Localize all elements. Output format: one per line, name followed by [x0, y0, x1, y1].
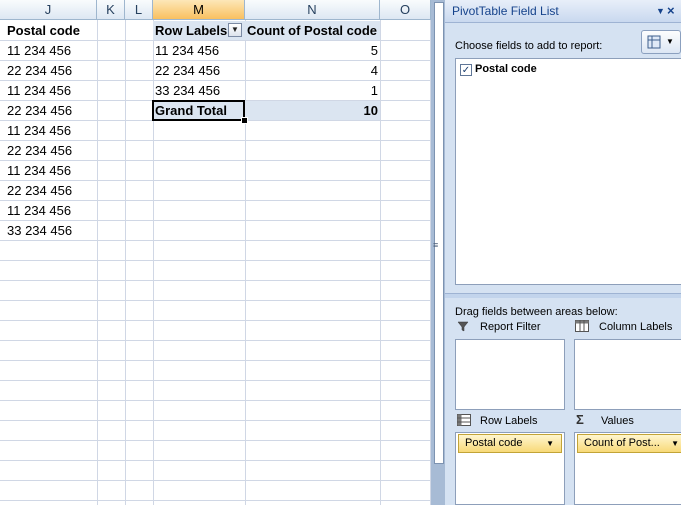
column-header-m[interactable]: M — [153, 0, 245, 20]
close-icon[interactable]: × — [667, 0, 675, 22]
report-filter-label: Report Filter — [480, 321, 541, 333]
row-labels-icon — [457, 414, 471, 429]
grid-row-line — [0, 360, 431, 361]
field-item[interactable]: ✓ Postal code — [456, 59, 676, 81]
grid-row-line — [0, 380, 431, 381]
pivot-row-count[interactable]: 1 — [247, 81, 378, 100]
pivot-field-list-pane: PivotTable Field List ▼ × Choose fields … — [445, 0, 681, 505]
column-labels-icon — [575, 320, 589, 335]
column-labels-label: Column Labels — [599, 321, 673, 333]
splitter-grip-icon[interactable]: ≡ — [433, 240, 438, 250]
grid-row-line — [0, 240, 431, 241]
chevron-down-icon[interactable]: ▼ — [546, 435, 554, 452]
grid-row-line — [0, 260, 431, 261]
grid-row-line — [0, 300, 431, 301]
value-field-name: Count of Post... — [584, 437, 660, 449]
grid-column-line — [380, 20, 381, 505]
data-cell[interactable]: 33 234 456 — [7, 221, 72, 240]
data-header-cell[interactable]: Postal code — [7, 21, 80, 40]
pivot-grand-total-value[interactable]: 10 — [247, 101, 378, 120]
drag-fields-label: Drag fields between areas below: — [455, 306, 618, 318]
grid-row-line — [0, 280, 431, 281]
pane-title-bar: PivotTable Field List ▼ × — [445, 0, 681, 23]
data-cell[interactable]: 11 234 456 — [7, 201, 71, 220]
pane-title: PivotTable Field List — [452, 4, 559, 18]
data-cell[interactable]: 11 234 456 — [7, 81, 71, 100]
grid-row-line — [0, 340, 431, 341]
grid-row-line — [0, 440, 431, 441]
column-labels-area[interactable] — [574, 339, 681, 410]
spreadsheet-grid[interactable]: J K L M N O Postal code 11 234 456 22 23… — [0, 0, 431, 505]
column-header-l[interactable]: L — [125, 0, 153, 20]
grid-column-line — [125, 20, 126, 505]
active-cell-selection — [152, 100, 245, 121]
column-header-o[interactable]: O — [380, 0, 431, 20]
field-checkbox[interactable]: ✓ — [460, 64, 472, 76]
grid-row-line — [0, 480, 431, 481]
fill-handle[interactable] — [241, 117, 248, 124]
row-labels-area-label: Row Labels — [480, 415, 538, 427]
field-list-layout-button[interactable]: ▼ — [641, 30, 681, 54]
value-field-pill[interactable]: Count of Post... ▼ — [577, 434, 681, 453]
layout-icon — [647, 35, 661, 52]
pivot-row-label[interactable]: 11 234 456 — [155, 41, 219, 60]
column-header-j[interactable]: J — [0, 0, 97, 20]
report-filter-area[interactable] — [455, 339, 565, 410]
field-list-box: ✓ Postal code — [455, 58, 681, 285]
data-cell[interactable]: 11 234 456 — [7, 41, 71, 60]
column-header-n[interactable]: N — [245, 0, 380, 20]
choose-fields-label: Choose fields to add to report: — [455, 40, 603, 52]
data-cell[interactable]: 22 234 456 — [7, 141, 72, 160]
pane-splitter[interactable]: ≡ — [431, 0, 445, 505]
splitter-track — [434, 2, 444, 464]
grid-row-line — [0, 500, 431, 501]
chevron-down-icon: ▼ — [231, 25, 239, 34]
column-header-k[interactable]: K — [97, 0, 125, 20]
grid-column-line — [97, 20, 98, 505]
row-labels-filter-button[interactable]: ▼ — [228, 23, 242, 37]
grid-row-line — [0, 420, 431, 421]
grid-row-line — [0, 320, 431, 321]
grid-row-line — [0, 400, 431, 401]
data-cell[interactable]: 22 234 456 — [7, 101, 72, 120]
grid-column-line — [153, 20, 154, 505]
grid-row-line — [0, 460, 431, 461]
chevron-down-icon: ▼ — [666, 37, 674, 46]
data-cell[interactable]: 22 234 456 — [7, 61, 72, 80]
pivot-row-label[interactable]: 33 234 456 — [155, 81, 220, 100]
pivot-row-labels-header[interactable]: Row Labels — [155, 21, 227, 40]
field-name: Postal code — [475, 63, 537, 75]
pane-options-dropdown-icon[interactable]: ▼ — [656, 0, 665, 22]
data-cell[interactable]: 22 234 456 — [7, 181, 72, 200]
data-cell[interactable]: 11 234 456 — [7, 161, 71, 180]
pivot-row-count[interactable]: 5 — [247, 41, 378, 60]
row-field-pill[interactable]: Postal code ▼ — [458, 434, 562, 453]
row-field-name: Postal code — [465, 437, 523, 449]
pane-divider[interactable] — [445, 293, 681, 298]
pivot-row-label[interactable]: 22 234 456 — [155, 61, 220, 80]
grid-column-line — [245, 20, 246, 505]
data-cell[interactable]: 11 234 456 — [7, 121, 71, 140]
filter-icon — [457, 320, 469, 335]
chevron-down-icon[interactable]: ▼ — [671, 435, 679, 452]
pivot-count-header[interactable]: Count of Postal code — [247, 21, 377, 40]
sigma-icon: Σ — [576, 412, 584, 427]
pivot-row-count[interactable]: 4 — [247, 61, 378, 80]
values-area-label: Values — [601, 415, 634, 427]
